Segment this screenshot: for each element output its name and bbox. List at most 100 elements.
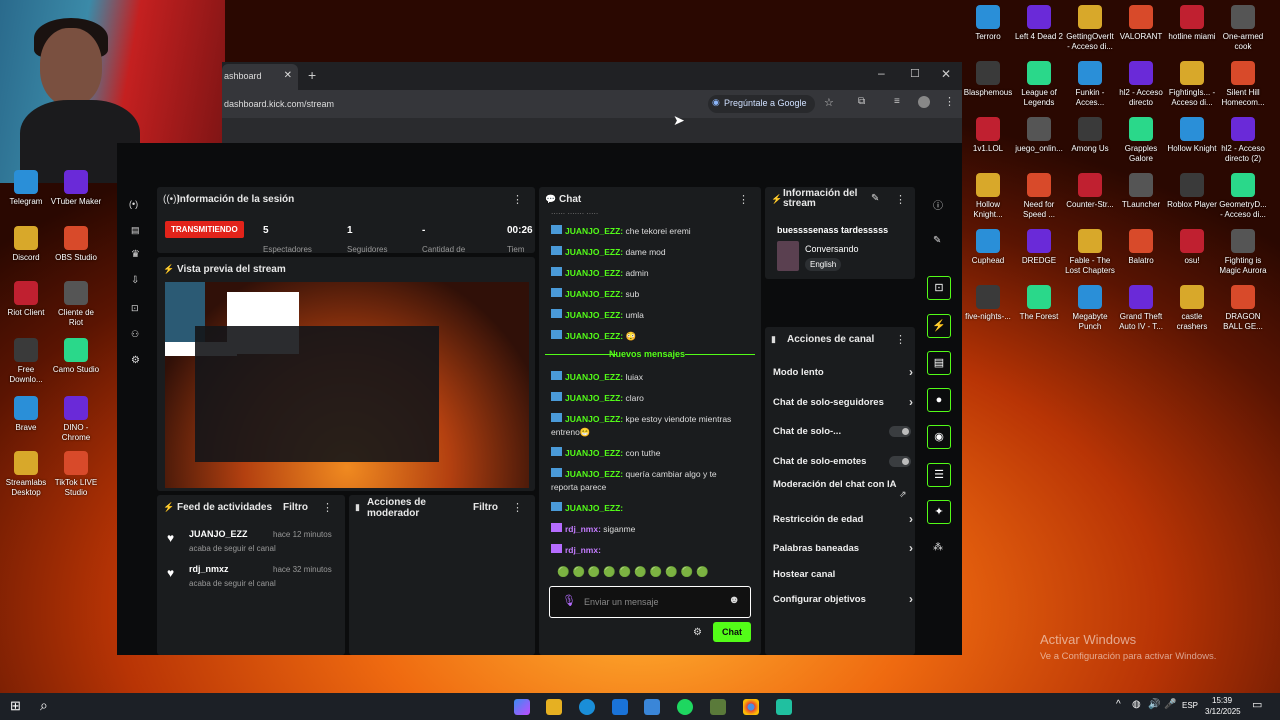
document-button[interactable]: ▤ [927,351,951,375]
desktop-icon-r-6[interactable]: Blasphemous [962,61,1014,98]
desktop-icon-r-26[interactable]: Fable - The Lost Chapters [1064,229,1116,276]
chat-username[interactable]: rdj_nmx: [565,545,601,555]
menu-icon[interactable]: ⋮ [944,95,955,108]
nav-trophy-icon[interactable]: ♛ [131,249,140,260]
desktop-icon-r-22[interactable]: Roblox Player [1166,173,1218,210]
age-restriction-row[interactable]: Restricción de edad › [773,512,913,526]
desktop-icon-r-25[interactable]: DREDGE [1013,229,1065,266]
external-link-icon[interactable]: ⇗ [899,489,907,500]
desktop-icon-r-21[interactable]: TLauncher [1115,173,1167,210]
mic-icon[interactable]: 🎙 [562,594,576,607]
chat-settings-icon[interactable]: ⚙ [693,627,702,638]
desktop-icon-l-6[interactable]: Free Downlo... [0,338,52,385]
desktop-icon-r-4[interactable]: hotline miami [1166,5,1218,42]
subs-only-toggle[interactable] [889,426,911,437]
chat-button[interactable]: ● [927,388,951,412]
desktop-icon-r-32[interactable]: Megabyte Punch [1064,285,1116,332]
desktop-icon-l-4[interactable]: Riot Client [0,281,52,318]
desktop-icon-l-10[interactable]: Streamlabs Desktop [0,451,52,498]
emotes-only-toggle[interactable] [889,456,911,467]
desktop-icon-r-15[interactable]: Grapples Galore [1115,117,1167,164]
desktop-icon-r-9[interactable]: hl2 - Acceso directo [1115,61,1167,108]
session-menu-icon[interactable]: ⋮ [512,193,523,206]
channel-actions-menu-icon[interactable]: ⋮ [895,333,906,346]
mod-filter-button[interactable]: Filtro [473,502,498,513]
desktop-icon-r-19[interactable]: Need for Speed ... [1013,173,1065,220]
lightning-button[interactable]: ⚡ [927,314,951,338]
url-field[interactable]: dashboard.kick.com/stream [224,99,334,109]
nav-stream-icon[interactable]: (•) [129,199,138,209]
search-icon[interactable]: ⌕ [40,697,48,714]
spotify-icon[interactable] [677,699,693,715]
chat-username[interactable]: JUANJO_EZZ: [565,247,623,257]
stream-preview-image[interactable] [165,282,529,488]
desktop-icon-r-35[interactable]: DRAGON BALL GE... [1217,285,1269,332]
maximize-icon[interactable]: ☐ [910,67,920,80]
chat-username[interactable]: JUANJO_EZZ: [565,310,623,320]
minimize-icon[interactable]: – [878,66,885,80]
nav-users-icon[interactable]: ⚇ [131,329,139,340]
volume-icon[interactable]: 🔊 [1148,699,1160,710]
chat-username[interactable]: JUANJO_EZZ: [565,268,623,278]
layout-button[interactable]: ☰ [927,463,951,487]
nav-settings-icon[interactable]: ⚙ [131,355,140,366]
chat-username[interactable]: JUANJO_EZZ: [565,393,623,403]
desktop-icon-r-14[interactable]: Among Us [1064,117,1116,154]
desktop-icon-r-12[interactable]: 1v1.LOL [962,117,1014,154]
store-icon[interactable] [644,699,660,715]
desktop-icon-r-29[interactable]: Fighting is Magic Aurora [1217,229,1269,276]
chat-username[interactable]: JUANJO_EZZ: [565,503,623,513]
desktop-icon-l-11[interactable]: TikTok LIVE Studio [50,451,102,498]
desktop-icon-l-1[interactable]: VTuber Maker [50,170,102,207]
clip-button[interactable]: ⊡ [927,276,951,300]
edge-icon[interactable] [579,699,595,715]
host-channel-row[interactable]: Hostear canal [773,569,913,580]
nav-stats-icon[interactable]: ▤ [131,225,140,236]
bookmark-star-icon[interactable]: ☆ [824,96,834,109]
desktop-icon-l-5[interactable]: Cliente de Riot [50,281,102,328]
nav-upload-icon[interactable]: ⇩ [131,275,139,286]
desktop-icon-r-5[interactable]: One-armed cook [1217,5,1269,52]
pencil-icon[interactable]: ✎ [933,235,941,246]
microphone-icon[interactable]: 🎤 [1164,699,1176,710]
desktop-icon-r-24[interactable]: Cuphead [962,229,1014,266]
new-tab-icon[interactable]: + [308,67,316,83]
wrench-button[interactable]: ✦ [927,500,951,524]
desktop-icon-l-7[interactable]: Camo Studio [50,338,102,375]
nav-clips-icon[interactable]: ⊡ [131,303,139,314]
desktop-icon-r-11[interactable]: Silent Hill Homecom... [1217,61,1269,108]
desktop-icon-r-28[interactable]: osu! [1166,229,1218,266]
chat-username[interactable]: JUANJO_EZZ: [565,331,623,341]
chat-input[interactable]: 🎙 Enviar un mensaje ☻ [549,586,751,618]
chat-username[interactable]: JUANJO_EZZ: [565,414,623,424]
banned-words-row[interactable]: Palabras baneadas › [773,541,913,555]
chat-username[interactable]: JUANJO_EZZ: [565,469,623,479]
media-icon[interactable]: ≡ [894,96,900,107]
mod-menu-icon[interactable]: ⋮ [512,501,523,514]
chat-send-button[interactable]: Chat [713,622,751,642]
chrome-icon[interactable] [743,699,759,715]
share-icon[interactable]: ⁂ [933,542,943,553]
desktop-icon-r-2[interactable]: GettingOverIt - Acceso di... [1064,5,1116,52]
desktop-icon-r-10[interactable]: FightingIs... - Acceso di... [1166,61,1218,108]
stream-info-menu-icon[interactable]: ⋮ [895,193,906,206]
desktop-icon-r-3[interactable]: VALORANT [1115,5,1167,42]
close-tab-icon[interactable]: ✕ [284,70,292,81]
clock-date[interactable]: 3/12/2025 [1205,707,1241,716]
streamlabs-icon[interactable] [776,699,792,715]
broadcast-button[interactable]: ◉ [927,425,951,449]
profile-icon[interactable] [918,96,930,108]
desktop-icon-r-34[interactable]: castle crashers [1166,285,1218,332]
chat-menu-icon[interactable]: ⋮ [738,193,749,206]
copilot-icon[interactable] [514,699,530,715]
desktop-icon-r-33[interactable]: Grand Theft Auto IV - T... [1115,285,1167,332]
close-window-icon[interactable]: ✕ [941,67,951,81]
desktop-icon-r-27[interactable]: Balatro [1115,229,1167,266]
feed-filter-button[interactable]: Filtro [283,502,308,513]
desktop-icon-r-30[interactable]: five-nights-... [962,285,1014,322]
emotes-only-row[interactable]: Chat de solo-emotes [773,456,913,467]
chat-username[interactable]: JUANJO_EZZ: [565,226,623,236]
subs-only-row[interactable]: Chat de solo-... [773,426,913,437]
followers-only-row[interactable]: Chat de solo-seguidores › [773,395,913,409]
chat-username[interactable]: JUANJO_EZZ: [565,372,623,382]
